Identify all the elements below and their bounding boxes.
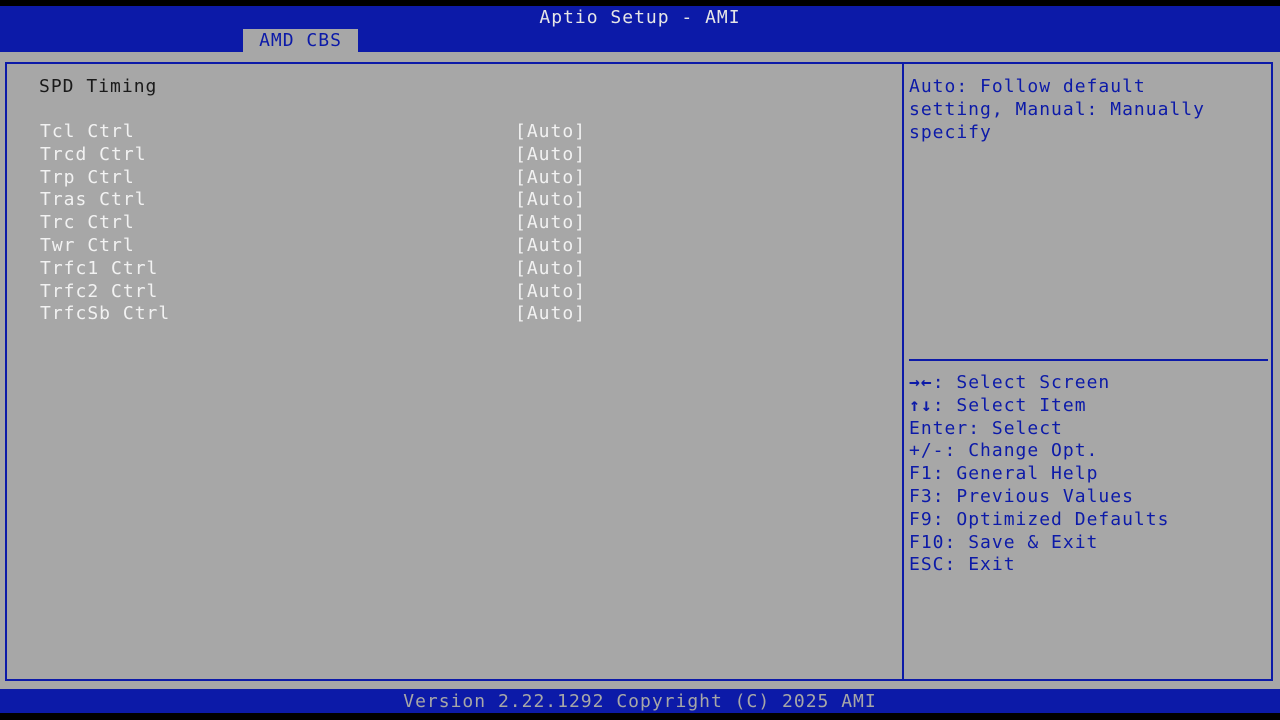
setting-label: Trp Ctrl [40,166,135,188]
key-hint-text: : Save & Exit [944,531,1099,553]
key-name: F9 [909,508,933,530]
version-footer: Version 2.22.1292 Copyright (C) 2025 AMI [0,689,1280,713]
key-hint-text: : Select Screen [932,372,1111,393]
key-hint-general-help: F1: General Help [909,462,1269,485]
setting-row-trcd[interactable]: Trcd Ctrl [Auto] [0,143,895,166]
tab-amd-cbs[interactable]: AMD CBS [243,29,358,52]
setting-value[interactable]: [Auto] [515,234,586,257]
main-panel: SPD Timing Tcl Ctrl [Auto] Trcd Ctrl [Au… [0,52,1280,689]
page-title: SPD Timing [39,76,158,97]
app-title: Aptio Setup - AMI [539,7,741,28]
key-hint-exit: ESC: Exit [909,553,1269,576]
key-name: ESC [909,554,945,576]
setting-label: Tras Ctrl [40,189,147,211]
header-bar: Aptio Setup - AMI AMD CBS [0,6,1280,52]
key-hint-text: : Change Opt. [944,440,1099,462]
setting-value[interactable]: [Auto] [515,211,586,234]
setting-label: Trc Ctrl [40,212,135,234]
setting-row-trc[interactable]: Trc Ctrl [Auto] [0,211,895,234]
setting-value[interactable]: [Auto] [515,143,586,166]
key-name: +/- [909,440,945,462]
bottom-border [0,713,1280,720]
key-hint-text: : Select [968,417,1063,439]
key-name: F3 [909,485,933,507]
vertical-divider [902,64,904,679]
key-hint-change-opt: +/-: Change Opt. [909,439,1269,462]
setting-label: TrfcSb Ctrl [40,303,171,325]
key-hint-select-item: ↑↓: Select Item [909,394,1269,417]
help-description: Auto: Follow default setting, Manual: Ma… [909,76,1205,143]
setting-label: Trfc2 Ctrl [40,280,159,302]
setting-label: Twr Ctrl [40,234,135,256]
key-name: F10 [909,531,945,553]
setting-row-trfc2[interactable]: Trfc2 Ctrl [Auto] [0,280,895,303]
key-hint-text: : Exit [944,554,1016,576]
key-hint-previous-values: F3: Previous Values [909,485,1269,508]
setting-label: Tcl Ctrl [40,121,135,142]
setting-row-trp[interactable]: Trp Ctrl [Auto] [0,166,895,189]
key-hint-save-exit: F10: Save & Exit [909,531,1269,554]
setting-row-tcl[interactable]: Tcl Ctrl [Auto] [0,120,895,143]
key-name: Enter [909,417,969,439]
key-hint-text: : Previous Values [932,485,1134,507]
setting-row-trfcsb[interactable]: TrfcSb Ctrl [Auto] [0,302,895,325]
setting-label: Trcd Ctrl [40,143,147,165]
setting-value[interactable]: [Auto] [515,302,586,325]
key-hint-text: : General Help [932,463,1099,485]
setting-value[interactable]: [Auto] [515,280,586,303]
key-hint-text: : Select Item [932,394,1087,416]
setting-row-trfc1[interactable]: Trfc1 Ctrl [Auto] [0,257,895,280]
up-down-arrows-icon: ↑↓ [909,394,933,416]
key-hint-enter: Enter: Select [909,417,1269,440]
key-name: F1 [909,463,933,485]
key-hint-text: : Optimized Defaults [932,508,1170,530]
key-hint-select-screen: →←: Select Screen [909,371,1269,394]
setting-value[interactable]: [Auto] [515,188,586,211]
help-divider [909,359,1268,361]
setting-value[interactable]: [Auto] [515,257,586,280]
key-hint-optimized-defaults: F9: Optimized Defaults [909,508,1269,531]
setting-value[interactable]: [Auto] [515,120,586,143]
setting-row-tras[interactable]: Tras Ctrl [Auto] [0,188,895,211]
setting-value[interactable]: [Auto] [515,166,586,189]
settings-list: Tcl Ctrl [Auto] Trcd Ctrl [Auto] Trp Ctr… [0,120,895,325]
setting-row-twr[interactable]: Twr Ctrl [Auto] [0,234,895,257]
left-right-arrows-icon: →← [909,372,933,393]
setting-label: Trfc1 Ctrl [40,257,159,279]
key-legend: →←: Select Screen ↑↓: Select Item Enter:… [909,371,1269,576]
